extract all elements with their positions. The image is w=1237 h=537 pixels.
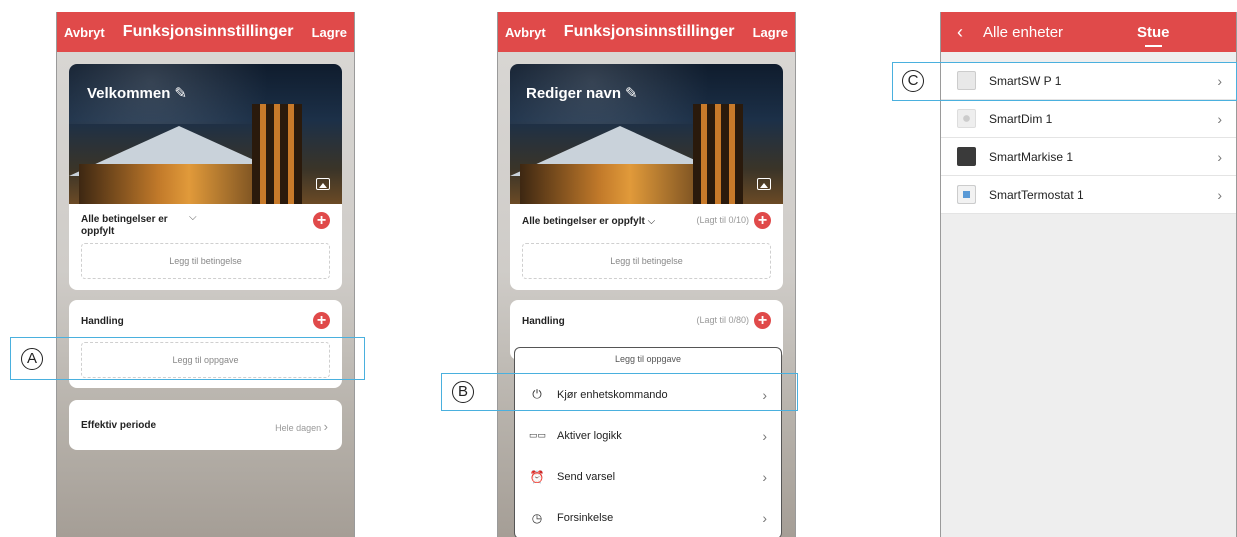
tab-all-devices[interactable]: Alle enheter [983, 24, 1063, 41]
image-picker-icon[interactable] [757, 178, 771, 190]
chevron-down-icon: ⌵ [647, 216, 656, 227]
page-title: Funksjonsinnstillinger [122, 23, 294, 40]
image-picker-icon[interactable] [316, 178, 330, 190]
chevron-down-icon[interactable]: ⌵ [189, 212, 197, 223]
marker-a: A [21, 348, 43, 370]
add-action-plus-icon[interactable]: + [754, 312, 771, 329]
scene-cover-image: Rediger navn ✎ [510, 64, 783, 204]
highlight-c [892, 62, 1237, 101]
action-label: Handling [81, 316, 124, 327]
menu-item-label: Send varsel [557, 470, 616, 483]
thermostat-device-icon [957, 185, 976, 204]
menu-item-label: Forsinkelse [557, 511, 614, 524]
dimmer-device-icon [957, 109, 976, 128]
conditions-dropdown[interactable]: Alle betingelser er oppfylt [81, 214, 181, 238]
conditions-count: (Lagt til 0/10) [696, 215, 749, 225]
cancel-button[interactable]: Avbryt [505, 25, 546, 40]
chevron-right-icon: › [762, 468, 767, 485]
blind-device-icon [957, 147, 976, 166]
marker-c: C [902, 70, 924, 92]
back-chevron-icon[interactable]: ‹ [957, 22, 963, 43]
menu-item-activate-logic[interactable]: ▭▭ Aktiver logikk › [515, 415, 781, 456]
logic-icon: ▭▭ [529, 430, 547, 440]
chevron-right-icon: › [1217, 186, 1222, 203]
clock-icon: ◷ [531, 510, 543, 525]
top-bar: Avbryt Funksjonsinnstillinger Lagre [498, 12, 795, 52]
chevron-right-icon: › [1217, 110, 1222, 127]
pencil-icon[interactable]: ✎ [625, 85, 638, 102]
phone-panel-1: Avbryt Funksjonsinnstillinger Lagre Velk… [56, 12, 355, 537]
menu-item-label: Aktiver logikk [557, 429, 622, 442]
marker-b: B [452, 381, 474, 403]
highlight-a [10, 337, 365, 380]
conditions-card: Rediger navn ✎ Alle betingelser er oppfyl… [510, 64, 783, 290]
top-bar: ‹ Alle enheter Stue [941, 12, 1236, 52]
cancel-button[interactable]: Avbryt [64, 25, 105, 40]
add-condition-button[interactable]: Legg til betingelse [522, 243, 771, 279]
conditions-dropdown[interactable]: Alle betingelser er oppfylt ⌵ [522, 216, 655, 227]
menu-title: Legg til oppgave [614, 354, 682, 364]
add-action-plus-icon[interactable]: + [313, 312, 330, 329]
alarm-icon: ⏰ [529, 469, 545, 484]
period-value[interactable]: Hele dagen › [275, 419, 328, 434]
menu-item-send-alert[interactable]: ⏰ Send varsel › [515, 456, 781, 497]
period-card: Effektiv periode Hele dagen › [69, 400, 342, 450]
device-row[interactable]: SmartDim 1 › [941, 100, 1236, 138]
scene-name[interactable]: Rediger navn ✎ [526, 84, 638, 102]
menu-item-delay[interactable]: ◷ Forsinkelse › [515, 497, 781, 537]
add-condition-button[interactable]: Legg til betingelse [81, 243, 330, 279]
tab-room[interactable]: Stue [1137, 24, 1170, 47]
action-count: (Lagt til 0/80) [696, 315, 749, 325]
add-condition-plus-icon[interactable]: + [313, 212, 330, 229]
pencil-icon[interactable]: ✎ [174, 85, 187, 102]
save-button[interactable]: Lagre [753, 25, 788, 40]
top-bar: Avbryt Funksjonsinnstillinger Lagre [57, 12, 354, 52]
device-row[interactable]: SmartTermostat 1 › [941, 176, 1236, 214]
period-label: Effektiv periode [81, 420, 157, 431]
phone-panel-2: Avbryt Funksjonsinnstillinger Lagre Redi… [497, 12, 796, 537]
chevron-right-icon: › [1217, 148, 1222, 165]
chevron-right-icon: › [762, 509, 767, 526]
add-condition-plus-icon[interactable]: + [754, 212, 771, 229]
conditions-card: Velkommen ✎ Alle betingelser er oppfylt ⌵… [69, 64, 342, 290]
scene-cover-image: Velkommen ✎ [69, 64, 342, 204]
highlight-b [441, 373, 798, 411]
conditions-row: Alle betingelser er oppfylt ⌵ + Legg til… [69, 204, 342, 290]
action-label: Handling [522, 316, 565, 327]
chevron-right-icon: › [762, 427, 767, 444]
device-row[interactable]: SmartMarkise 1 › [941, 138, 1236, 176]
save-button[interactable]: Lagre [312, 25, 347, 40]
page-title: Funksjonsinnstillinger [563, 23, 735, 40]
chevron-right-icon: › [323, 419, 328, 434]
scene-name[interactable]: Velkommen ✎ [87, 84, 187, 102]
